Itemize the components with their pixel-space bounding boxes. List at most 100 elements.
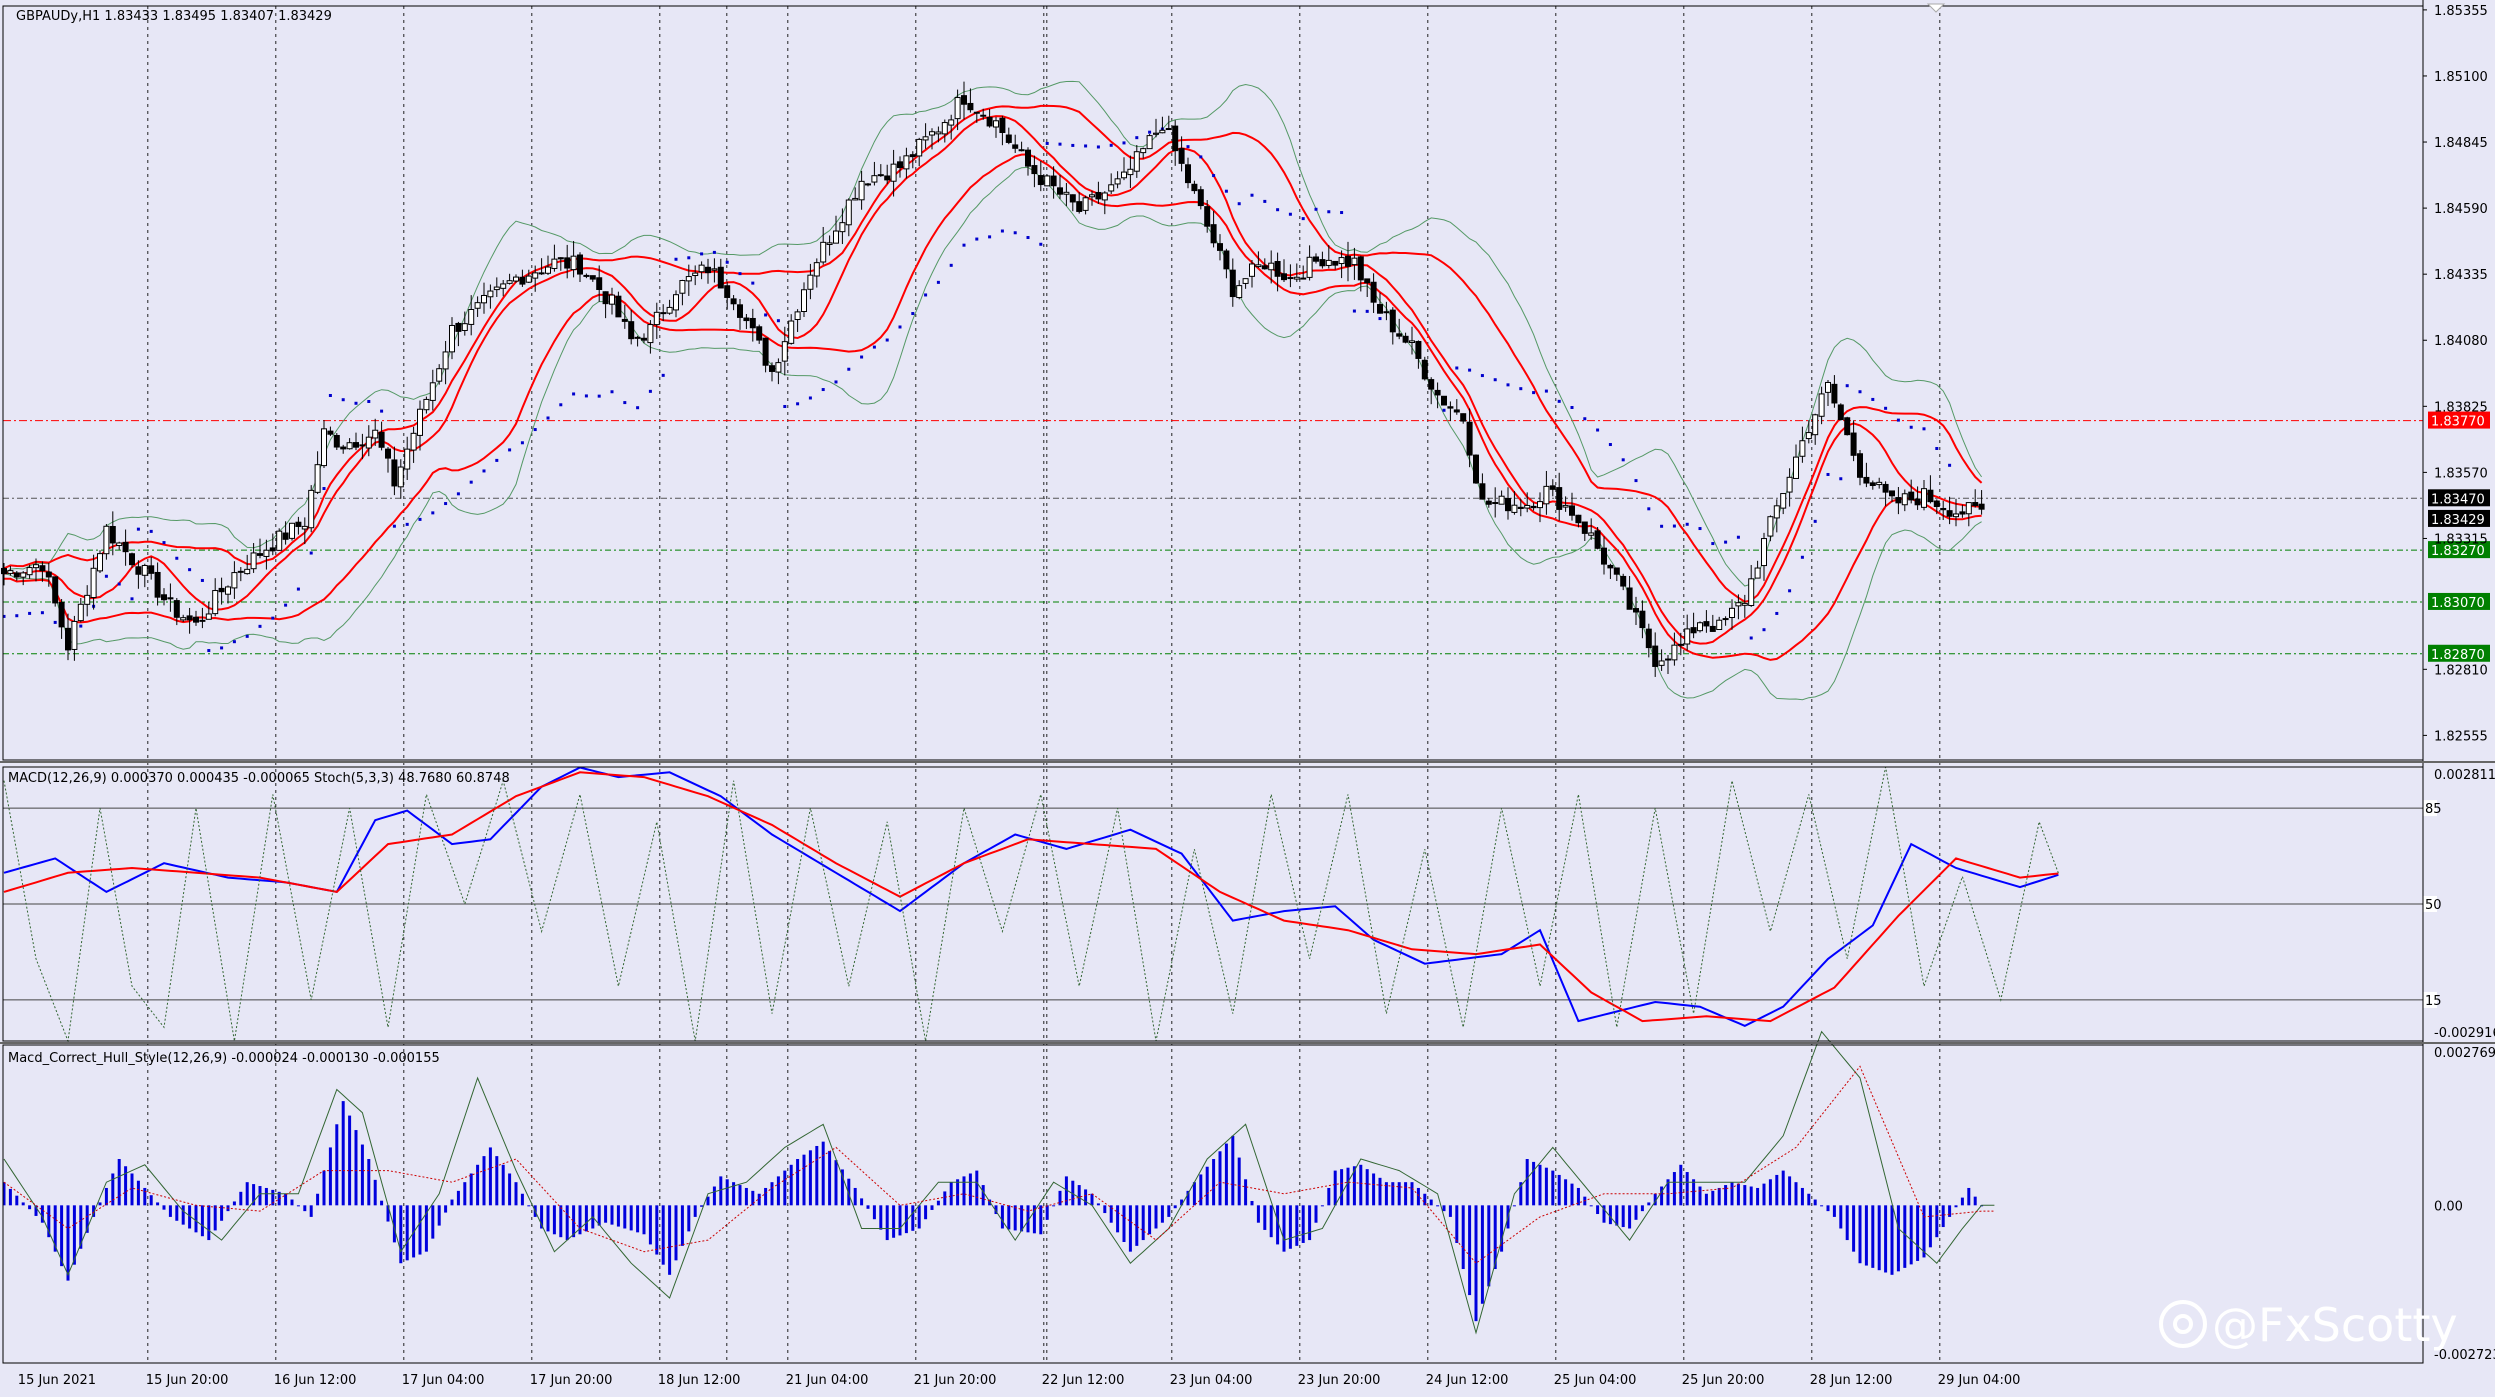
sar-dot [1672, 524, 1676, 528]
sar-dot [776, 319, 780, 323]
sar-dot [1948, 463, 1952, 467]
hist-bar [936, 1200, 940, 1206]
x-tick-label: 23 Jun 04:00 [1170, 1373, 1253, 1388]
candle-bear [730, 298, 737, 305]
candle-bear [1914, 498, 1921, 506]
candle-bear [1274, 260, 1281, 277]
x-tick-label: 17 Jun 20:00 [530, 1373, 613, 1388]
y-tick-label: 1.84845 [2434, 136, 2488, 151]
candle-bear [967, 102, 974, 111]
candle-bull [852, 197, 859, 201]
hist-bar [124, 1166, 128, 1206]
hist-bar [1205, 1166, 1209, 1206]
candle-bear [1556, 487, 1563, 510]
sar-dot [712, 250, 716, 254]
candle-bear [1031, 165, 1038, 175]
hist-bar [962, 1176, 966, 1206]
stoch-level-label: 85 [2425, 802, 2442, 817]
hist-bar [943, 1191, 947, 1206]
hist-bar [898, 1205, 902, 1236]
candle-bull [1082, 197, 1089, 211]
sar-dot [1596, 428, 1600, 432]
hist-bar [661, 1205, 665, 1265]
sar-dot [1519, 387, 1523, 391]
hist-bar [232, 1201, 236, 1206]
hist-bar [648, 1205, 652, 1245]
candle-bear [186, 615, 193, 621]
candle-bull [231, 572, 238, 589]
sar-dot [271, 616, 275, 620]
hist-bar [21, 1202, 25, 1206]
hist-bar [1333, 1170, 1337, 1206]
candle-bull [685, 276, 692, 282]
hist-bar [66, 1205, 70, 1281]
candle-bull [1748, 578, 1755, 607]
hist-bar [802, 1154, 806, 1206]
hist-bar [1436, 1205, 1440, 1207]
candle-bull [1754, 567, 1761, 579]
candle-bear [749, 317, 756, 329]
sar-dot [1724, 540, 1728, 544]
candle-bear [724, 285, 731, 298]
candle-bull [813, 262, 820, 277]
candle-bull [212, 590, 219, 615]
hist-bar [956, 1179, 960, 1206]
hist-bar [296, 1205, 300, 1207]
candle-bull [807, 274, 814, 290]
hist-bar [1960, 1197, 1964, 1206]
hist-bar [8, 1188, 12, 1206]
candle-bear [1505, 497, 1511, 512]
x-tick-label: 17 Jun 04:00 [402, 1373, 485, 1388]
sar-dot [79, 624, 83, 628]
candle-bear [743, 317, 750, 322]
hist-bar [1128, 1205, 1132, 1252]
candle-bear [762, 337, 769, 366]
hist-bar [808, 1150, 812, 1206]
hist-bar [975, 1170, 979, 1206]
x-tick-label: 28 Jun 12:00 [1810, 1373, 1893, 1388]
candle-bear [269, 547, 276, 552]
hist-bar [712, 1186, 716, 1206]
candle-bull [1812, 414, 1819, 436]
hist-bar [488, 1147, 492, 1206]
hist-bar [981, 1185, 985, 1206]
chart-canvas[interactable]: 855015 1.837701.834701.834291.832701.830… [0, 0, 2495, 1397]
sar-dot [764, 313, 768, 317]
x-tick-label: 23 Jun 20:00 [1298, 1373, 1381, 1388]
sar-dot [405, 522, 409, 526]
hist-bar [834, 1160, 838, 1206]
candle-bear [1569, 505, 1575, 516]
sar-dot [1506, 383, 1510, 387]
candle-bull [397, 466, 404, 488]
hist-bar [98, 1202, 102, 1206]
candle-bear [1319, 259, 1326, 267]
candle-bull [826, 242, 833, 245]
candle-bull [493, 286, 500, 291]
hist-bar [360, 1144, 364, 1206]
hist-bar [264, 1187, 268, 1206]
sar-dot [636, 406, 640, 410]
candle-bear [1281, 273, 1287, 281]
hist-bar [303, 1205, 307, 1212]
y-tick-label: 1.84335 [2434, 268, 2488, 283]
candle-bull [506, 280, 513, 284]
candle-bear [1959, 511, 1966, 515]
sar-dot [1199, 155, 1203, 159]
hist-bar [149, 1195, 153, 1206]
hist-bar [104, 1187, 108, 1206]
hist-bar [623, 1205, 627, 1229]
candle-bear [359, 444, 366, 447]
sar-dot [28, 611, 32, 615]
candle-bear [1594, 530, 1601, 549]
sar-dot [808, 396, 812, 400]
hist-bar [738, 1185, 742, 1206]
hist-bar [1749, 1186, 1753, 1206]
hist-bar [156, 1202, 160, 1206]
sar-dot [175, 556, 179, 560]
candle-bull [77, 603, 84, 622]
candle-bull [1325, 259, 1332, 266]
candle-bull [180, 617, 187, 621]
hist-bar [789, 1164, 793, 1206]
candle-bull [321, 428, 327, 467]
hist-bar [1039, 1205, 1043, 1235]
